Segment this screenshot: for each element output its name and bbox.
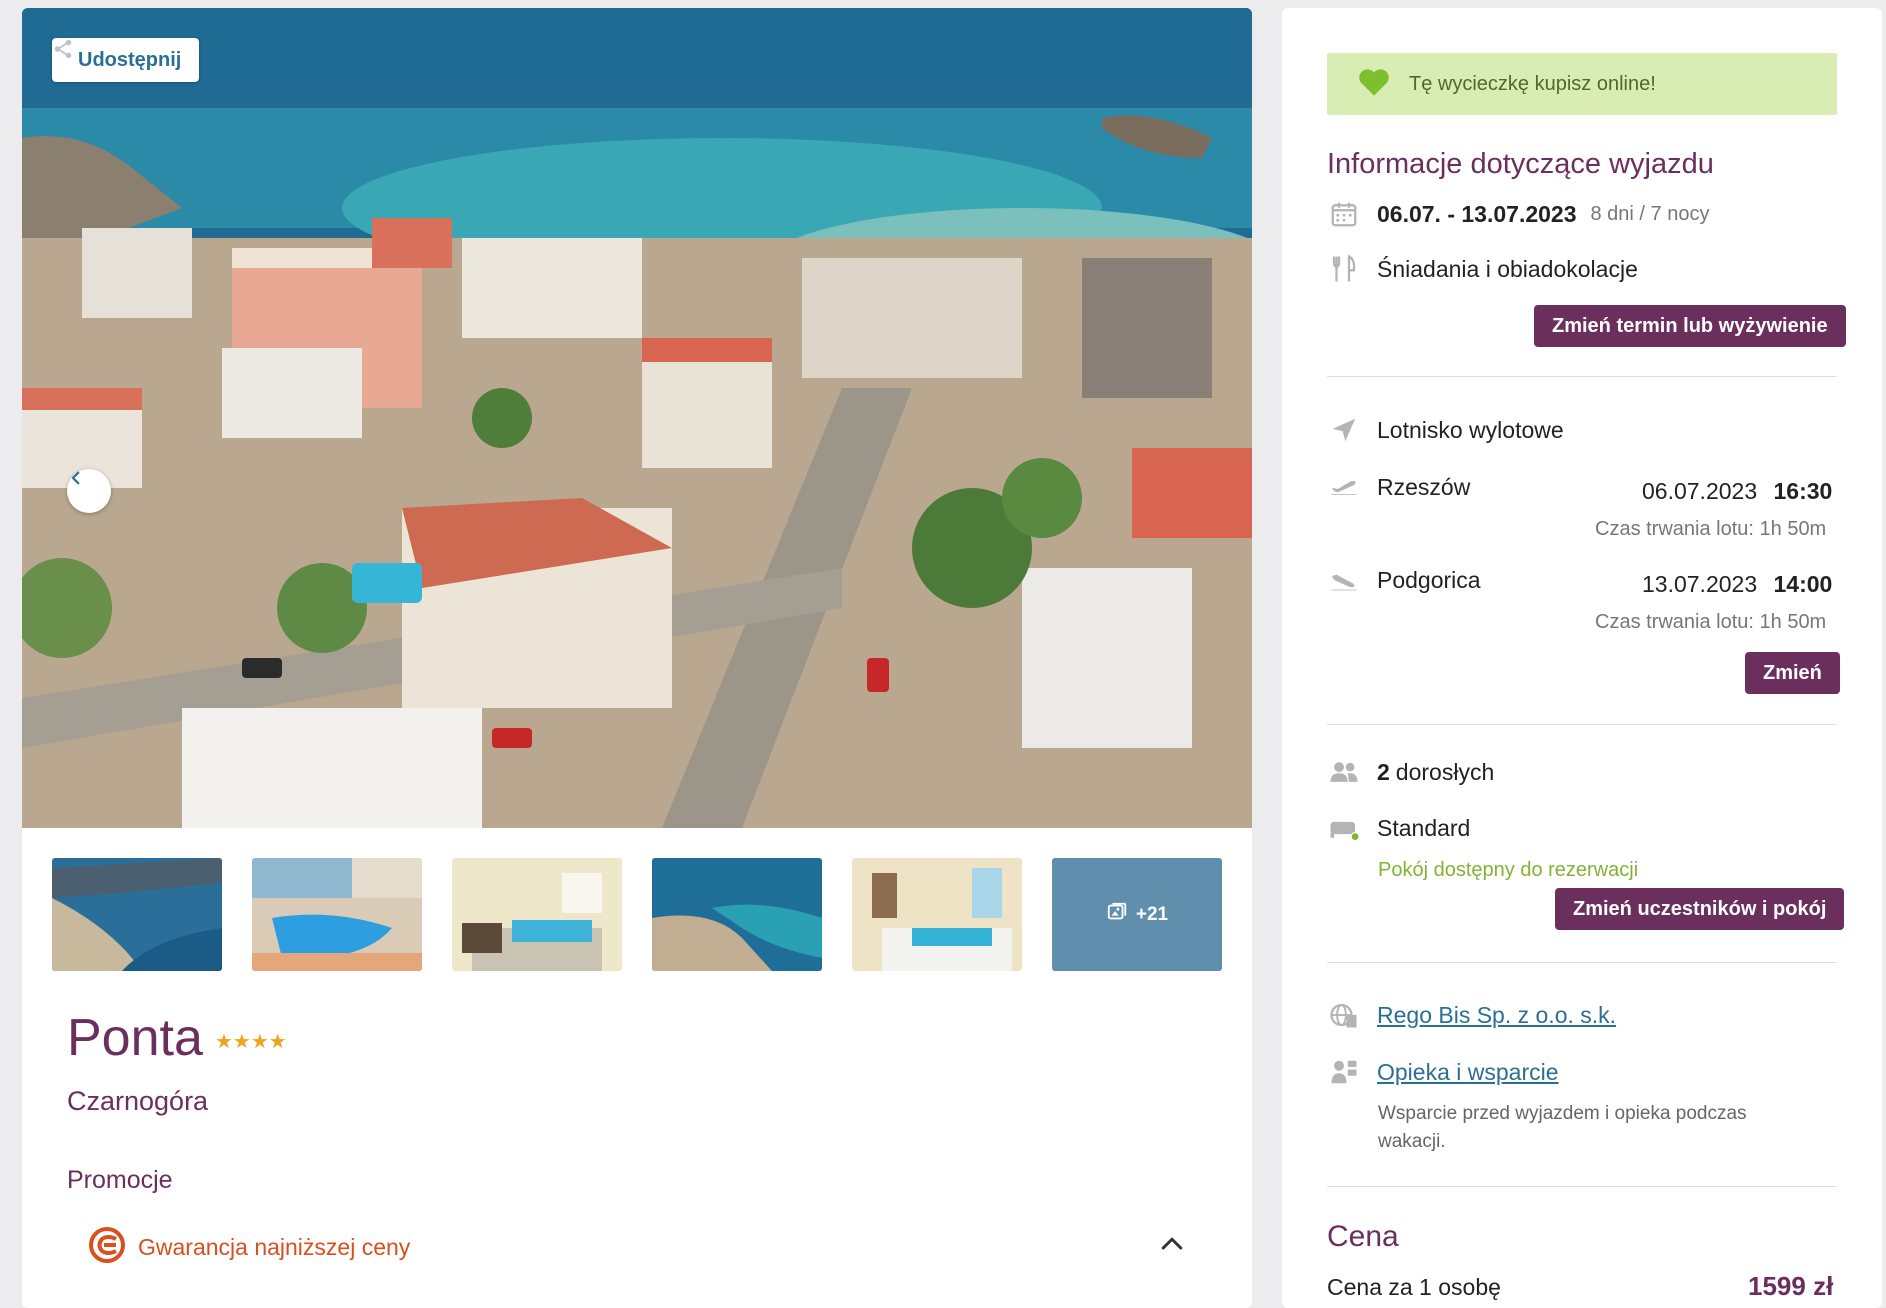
guarantee-label: Gwarancja najniższej ceny	[138, 1234, 411, 1260]
return-date-time: 13.07.2023 14:00	[1642, 571, 1832, 598]
hotel-name: Ponta	[67, 1009, 203, 1067]
participants-row: 2 dorosłych	[1327, 755, 1494, 789]
gallery-prev-button[interactable]	[67, 469, 111, 513]
people-icon	[1327, 755, 1361, 789]
thumbnail-image	[452, 858, 622, 971]
aerial-town-illustration	[22, 8, 1252, 828]
change-participants-room-button[interactable]: Zmień uczestników i pokój	[1555, 888, 1845, 930]
return-flight-row: Podgorica	[1327, 563, 1481, 597]
thumbnail-more-button[interactable]: +21	[1052, 858, 1222, 971]
globe-building-icon	[1327, 998, 1361, 1032]
change-flight-button[interactable]: Zmień	[1745, 652, 1840, 694]
hotel-gallery-card: Udostępnij +21 Ponta ★★★★ Czarnogóra Pro…	[22, 8, 1252, 1308]
heart-icon	[1357, 67, 1391, 102]
trip-info-sidebar: Tę wycieczkę kupisz online! Informacje d…	[1282, 8, 1882, 1308]
hotel-country: Czarnogóra	[67, 1086, 209, 1116]
room-type: Standard	[1377, 814, 1471, 841]
outbound-date-time: 06.07.2023 16:30	[1642, 478, 1832, 505]
thumbnail-1[interactable]	[52, 858, 222, 971]
more-photos-count: +21	[1135, 903, 1169, 925]
divider	[1327, 724, 1837, 725]
price-per-person-value: 1599 zł	[1748, 1271, 1834, 1301]
thumbnail-4[interactable]	[652, 858, 822, 971]
price-title: Cena	[1327, 1220, 1399, 1253]
thumbnail-3[interactable]	[452, 858, 622, 971]
online-banner-text: Tę wycieczkę kupisz online!	[1409, 72, 1656, 95]
fork-knife-icon	[1327, 252, 1361, 286]
lowest-price-guarantee[interactable]: Gwarancja najniższej ceny	[88, 1226, 410, 1269]
divider	[1327, 962, 1837, 963]
support-row: Opieka i wsparcie	[1327, 1055, 1559, 1089]
calendar-icon	[1327, 197, 1361, 231]
thumbnail-image	[852, 858, 1022, 971]
support-agent-icon	[1327, 1055, 1361, 1089]
navigation-arrow-icon	[1327, 413, 1361, 447]
bed-icon	[1327, 811, 1361, 845]
outbound-date: 06.07.2023	[1642, 478, 1758, 504]
online-purchase-banner: Tę wycieczkę kupisz online!	[1327, 53, 1837, 115]
collapse-promotions-button[interactable]	[1157, 1228, 1187, 1263]
divider	[1327, 376, 1837, 377]
departure-airport-row: Lotnisko wylotowe	[1327, 413, 1564, 447]
hero-photo[interactable]: Udostępnij	[22, 8, 1252, 828]
outbound-city: Rzeszów	[1377, 473, 1471, 500]
board-type: Śniadania i obiadokolacje	[1377, 255, 1638, 282]
dates-row: 06.07. - 13.07.2023 8 dni / 7 nocy	[1327, 197, 1709, 231]
trip-dates: 06.07. - 13.07.2023	[1377, 200, 1577, 227]
thumbnail-image	[52, 858, 222, 971]
thumbnail-5[interactable]	[852, 858, 1022, 971]
thumbnail-image	[252, 858, 422, 971]
thumbnail-image	[652, 858, 822, 971]
hotel-stars: ★★★★	[215, 1031, 287, 1053]
plane-landing-icon	[1327, 563, 1361, 597]
room-row: Standard	[1327, 811, 1470, 845]
room-availability: Pokój dostępny do rezerwacji	[1378, 859, 1639, 881]
promotions-title: Promocje	[67, 1166, 173, 1194]
return-time: 14:00	[1773, 571, 1833, 597]
trip-info-title: Informacje dotyczące wyjazdu	[1327, 148, 1714, 180]
gallery-icon	[1106, 901, 1128, 929]
outbound-flight-duration: Czas trwania lotu: 1h 50m	[1595, 518, 1827, 540]
return-date: 13.07.2023	[1642, 571, 1758, 597]
offer-page: Udostępnij +21 Ponta ★★★★ Czarnogóra Pro…	[0, 0, 1886, 1308]
organizer-link[interactable]: Rego Bis Sp. z o.o. s.k.	[1377, 1002, 1616, 1029]
return-flight-duration: Czas trwania lotu: 1h 50m	[1595, 611, 1827, 633]
divider	[1327, 1186, 1837, 1187]
share-label: Udostępnij	[78, 48, 182, 71]
departure-airport-label: Lotnisko wylotowe	[1377, 416, 1564, 443]
trip-duration: 8 dni / 7 nocy	[1590, 202, 1710, 225]
return-city: Podgorica	[1377, 566, 1481, 593]
lowest-price-guarantee-icon	[88, 1226, 126, 1269]
outbound-time: 16:30	[1773, 478, 1833, 504]
thumbnail-2[interactable]	[252, 858, 422, 971]
price-per-person-label: Cena za 1 osobę	[1327, 1274, 1501, 1300]
change-date-board-button[interactable]: Zmień termin lub wyżywienie	[1534, 305, 1846, 347]
plane-takeoff-icon	[1327, 470, 1361, 504]
participants-label: dorosłych	[1395, 758, 1495, 785]
participants-count: 2	[1377, 758, 1390, 785]
outbound-flight-row: Rzeszów	[1327, 470, 1470, 504]
organizer-row: Rego Bis Sp. z o.o. s.k.	[1327, 998, 1616, 1032]
share-button[interactable]: Udostępnij	[52, 38, 200, 82]
support-description: Wsparcie przed wyjazdem i opieka podczas…	[1378, 1103, 1747, 1152]
support-link[interactable]: Opieka i wsparcie	[1377, 1059, 1559, 1086]
chevron-up-icon	[1157, 1237, 1187, 1262]
board-row: Śniadania i obiadokolacje	[1327, 252, 1638, 286]
gallery-thumbnails: +21	[52, 858, 1222, 971]
